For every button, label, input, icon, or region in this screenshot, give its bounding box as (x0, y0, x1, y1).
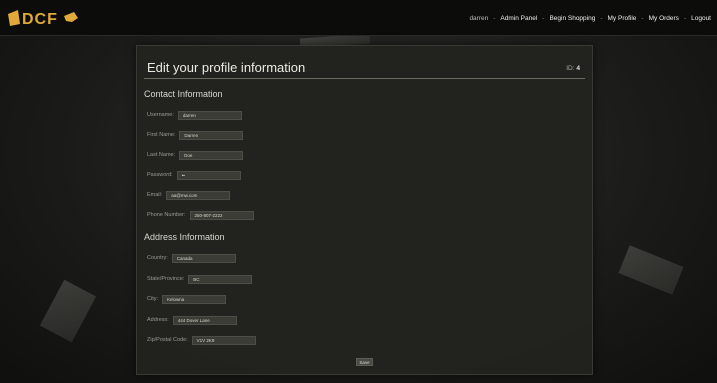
password-field[interactable]: •• (176, 170, 241, 180)
city-field[interactable]: Kelowna (162, 294, 226, 304)
password-label: Password: (147, 172, 173, 178)
first-name-field[interactable]: Darren (179, 130, 244, 140)
logo-text: DCF (22, 11, 58, 28)
email-field[interactable]: aa@mw.com (166, 190, 231, 200)
contact-section-heading: Contact Information (144, 89, 223, 99)
country-field[interactable]: Canada (171, 253, 236, 263)
first-name-label: First Name: (147, 132, 176, 138)
nav-link-admin-panel[interactable]: Admin Panel (500, 15, 537, 22)
save-button[interactable]: Save (356, 358, 373, 366)
username-row: Username: darren (147, 110, 242, 120)
password-row: Password: •• (147, 170, 241, 180)
address-row: Address: 444 Dover Lane (147, 315, 237, 325)
state-field[interactable]: BC (188, 274, 253, 284)
nav-username: darren (469, 14, 489, 22)
postal-code-label: Zip/Postal Code: (147, 337, 188, 343)
nav-link-logout[interactable]: Logout (691, 15, 711, 22)
state-label: State/Province: (147, 276, 185, 282)
username-label: Username: (147, 112, 174, 118)
username-field[interactable]: darren (177, 110, 242, 120)
address-label: Address: (147, 317, 169, 323)
country-row: Country: Canada (147, 253, 236, 263)
email-row: Email: aa@mw.com (147, 190, 231, 200)
last-name-label: Last Name: (147, 152, 176, 158)
nav-link-my-profile[interactable]: My Profile (608, 15, 637, 22)
first-name-row: First Name: Darren (147, 130, 244, 140)
nav-links: darren - Admin Panel - Begin Shopping - … (469, 14, 711, 22)
phone-row: Phone Number: 250-807-2222 (147, 210, 254, 220)
profile-panel: Edit your profile information ID: 4 Cont… (136, 45, 593, 375)
page-title: Edit your profile information (147, 60, 306, 75)
state-row: State/Province: BC (147, 274, 253, 284)
phone-field[interactable]: 250-807-2222 (189, 210, 254, 220)
navbar: DCF darren - Admin Panel - Begin Shoppin… (0, 0, 717, 36)
email-label: Email: (147, 192, 163, 198)
address-field[interactable]: 444 Dover Lane (172, 315, 237, 325)
postal-code-field[interactable]: V1V 2K9 (191, 335, 256, 345)
address-section-heading: Address Information (144, 232, 225, 242)
nav-link-begin-shopping[interactable]: Begin Shopping (549, 15, 595, 22)
dcf-logo[interactable]: DCF (8, 8, 98, 28)
last-name-field[interactable]: Doe (179, 150, 244, 160)
postal-code-row: Zip/Postal Code: V1V 2K9 (147, 335, 256, 345)
country-label: Country: (147, 255, 168, 261)
last-name-row: Last Name: Doe (147, 150, 244, 160)
phone-label: Phone Number: (147, 212, 186, 218)
city-label: City: (147, 296, 158, 302)
title-divider (144, 78, 585, 79)
city-row: City: Kelowna (147, 294, 226, 304)
nav-link-my-orders[interactable]: My Orders (649, 15, 679, 22)
profile-id: ID: 4 (566, 65, 580, 72)
